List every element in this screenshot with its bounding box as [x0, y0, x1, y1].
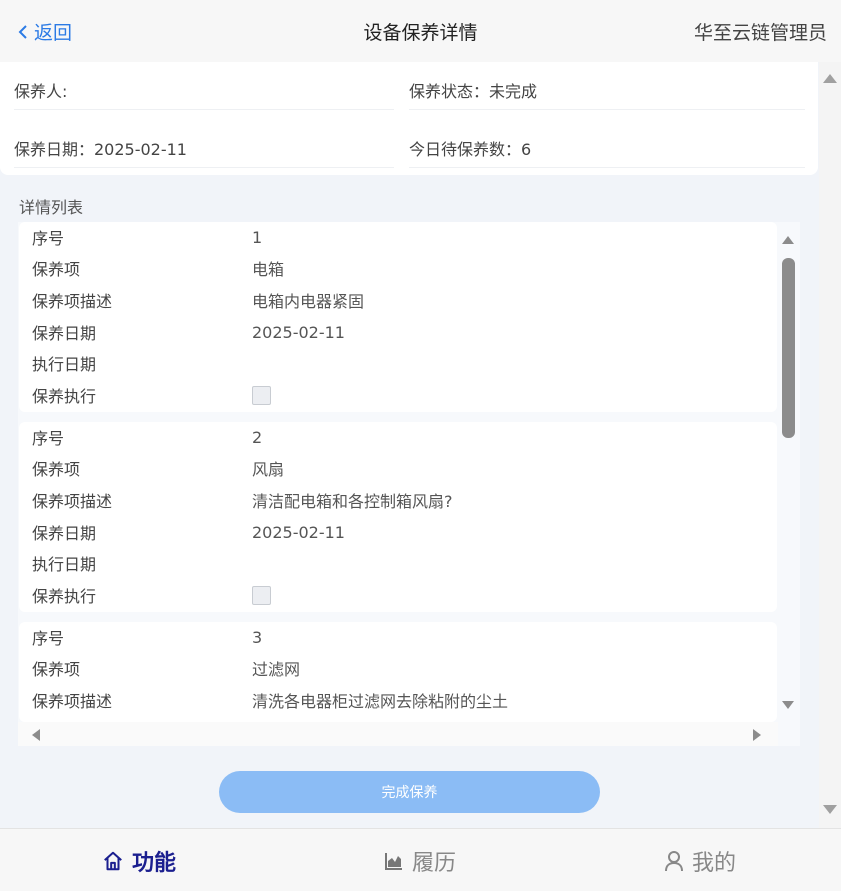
home-icon	[104, 851, 122, 871]
scroll-right-arrow-icon[interactable]	[752, 728, 763, 742]
desc-value: 电箱内电器紧固	[252, 292, 365, 311]
detail-list-label: 详情列表	[19, 198, 84, 217]
date-label: 保养日期	[32, 324, 97, 343]
status-field: 保养状态：未完成	[409, 70, 805, 110]
summary-panel: 保养人: 保养状态：未完成 保养日期：2025-02-11 今日待保养数：6	[0, 62, 818, 175]
scroll-down-arrow-icon[interactable]	[781, 700, 795, 711]
seq-value: 2	[252, 427, 263, 447]
maintainer-field: 保养人:	[14, 70, 394, 110]
seq-value: 1	[252, 227, 263, 247]
exec-row: 保养执行	[32, 580, 271, 610]
scroll-left-arrow-icon[interactable]	[30, 728, 41, 742]
top-bar: 返回 设备保养详情 华至云链管理员	[0, 0, 841, 62]
seq-label: 序号	[32, 429, 65, 448]
detail-list[interactable]: 序号 1 保养项 电箱 保养项描述 电箱内电器紧固 保养日期 2025-02-11 执行…	[18, 222, 800, 746]
scroll-up-arrow-icon[interactable]	[822, 72, 838, 84]
desc-value: 清洁配电箱和各控制箱风扇?	[252, 492, 453, 511]
list-scroll-thumb[interactable]	[782, 258, 795, 438]
desc-label: 保养项描述	[32, 292, 113, 311]
list-horizontal-scrollbar[interactable]	[18, 722, 778, 746]
chart-icon	[385, 853, 402, 870]
exec-row: 保养执行	[32, 380, 271, 410]
desc-value: 清洗各电器柜过滤网去除粘附的尘土	[252, 692, 509, 711]
tab-mine[interactable]: 我的	[664, 845, 736, 877]
bottom-tab-bar: 功能 履历 我的	[0, 828, 841, 891]
date-row: 保养日期 2025-02-11	[32, 317, 345, 347]
list-item: 序号 2 保养项 风扇 保养项描述 清洁配电箱和各控制箱风扇? 保养日期 2025-02…	[19, 422, 777, 612]
date-label: 保养日期	[32, 524, 97, 543]
item-label: 保养项	[32, 460, 81, 479]
user-icon	[665, 851, 683, 872]
exec-label: 保养执行	[32, 387, 97, 406]
list-item: 序号 1 保养项 电箱 保养项描述 电箱内电器紧固 保养日期 2025-02-11 执行…	[19, 222, 777, 412]
desc-label: 保养项描述	[32, 492, 113, 511]
date-field: 保养日期：2025-02-11	[14, 128, 394, 168]
org-name: 华至云链管理员	[693, 22, 827, 44]
exec-date-label: 执行日期	[32, 555, 97, 574]
item-value: 风扇	[252, 460, 285, 479]
date-value: 2025-02-11	[252, 522, 345, 542]
exec-date-row: 执行日期	[32, 548, 252, 578]
desc-label: 保养项描述	[32, 692, 113, 711]
seq-row: 序号 3	[32, 622, 262, 652]
tab-functions[interactable]: 功能	[102, 845, 176, 877]
item-row: 保养项 电箱	[32, 253, 284, 283]
tab-label: 我的	[692, 851, 737, 876]
item-row: 保养项 过滤网	[32, 653, 300, 683]
desc-row: 保养项描述 清洁配电箱和各控制箱风扇?	[32, 485, 453, 515]
page-scrollbar[interactable]	[819, 62, 841, 828]
tab-label: 功能	[132, 851, 177, 876]
exec-date-row: 执行日期	[32, 348, 252, 378]
desc-row: 保养项描述 电箱内电器紧固	[32, 285, 364, 315]
exec-date-label: 执行日期	[32, 355, 97, 374]
exec-checkbox[interactable]	[252, 585, 271, 605]
scroll-up-arrow-icon[interactable]	[781, 234, 795, 245]
item-value: 过滤网	[252, 660, 301, 679]
seq-label: 序号	[32, 229, 65, 248]
list-item: 序号 3 保养项 过滤网 保养项描述 清洗各电器柜过滤网去除粘附的尘土	[19, 622, 777, 722]
scroll-down-arrow-icon[interactable]	[822, 804, 838, 816]
item-row: 保养项 风扇	[32, 453, 284, 483]
complete-maintenance-button[interactable]: 完成保养	[219, 771, 600, 813]
seq-row: 序号 2	[32, 422, 262, 452]
seq-label: 序号	[32, 629, 65, 648]
seq-value: 3	[252, 627, 263, 647]
pending-count-field: 今日待保养数：6	[409, 128, 805, 168]
desc-row: 保养项描述 清洗各电器柜过滤网去除粘附的尘土	[32, 685, 508, 715]
item-value: 电箱	[252, 260, 285, 279]
date-row: 保养日期 2025-02-11	[32, 517, 345, 547]
exec-checkbox[interactable]	[252, 385, 271, 405]
exec-label: 保养执行	[32, 587, 97, 606]
tab-label: 履历	[412, 851, 457, 876]
item-label: 保养项	[32, 660, 81, 679]
tab-history[interactable]: 履历	[384, 845, 456, 877]
seq-row: 序号 1	[32, 222, 262, 252]
date-value: 2025-02-11	[252, 322, 345, 342]
item-label: 保养项	[32, 260, 81, 279]
